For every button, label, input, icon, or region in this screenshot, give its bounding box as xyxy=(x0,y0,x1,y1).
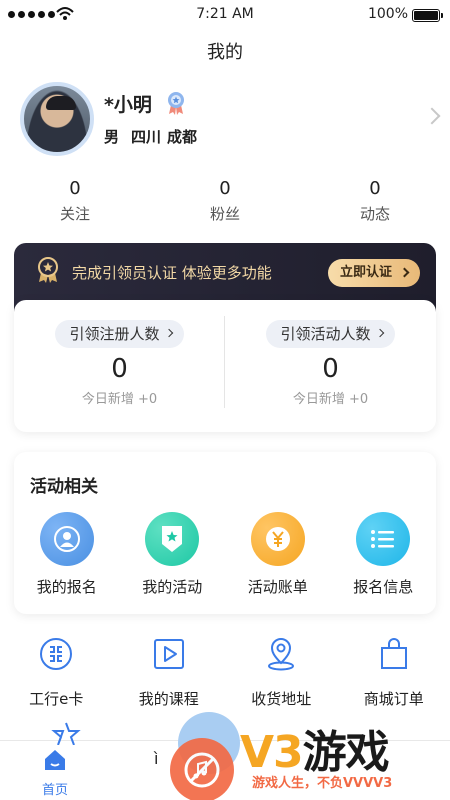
certificate-star-icon xyxy=(38,257,58,283)
invite-registration-today: 今日新增 +0 xyxy=(81,392,158,407)
watermark-game: 游戏 xyxy=(302,727,390,778)
stat-posts[interactable]: 0 动态 xyxy=(300,178,450,224)
section-title: 活动相关 xyxy=(30,477,98,497)
chevron-right-icon xyxy=(164,328,173,338)
invite-registration-button[interactable]: 引领注册人数 xyxy=(55,320,184,348)
tab-partial[interactable]: ì xyxy=(154,749,158,768)
chevron-right-icon xyxy=(399,267,410,278)
invite-activity-count: 0 xyxy=(322,354,339,384)
item-label: 收货地址 xyxy=(251,690,312,708)
invite-registration-count: 0 xyxy=(111,354,128,384)
invite-activity-stat: 引领活动人数 0 今日新增 +0 xyxy=(225,300,436,432)
item-label: 我的活动 xyxy=(142,578,203,596)
mall-orders-item[interactable]: 商城订单 xyxy=(338,636,450,709)
battery-icon xyxy=(412,9,443,22)
medal-badge-icon xyxy=(168,92,184,115)
my-signups-item[interactable]: 我的报名 xyxy=(14,512,120,597)
chevron-right-icon xyxy=(375,328,384,338)
watermark-v3: V3 xyxy=(240,727,304,778)
item-label: 我的课程 xyxy=(138,690,199,708)
list-icon xyxy=(356,512,411,566)
my-courses-item[interactable]: 我的课程 xyxy=(113,636,226,709)
stats-row: 0 关注 0 粉丝 0 动态 xyxy=(0,178,450,224)
stat-label: 粉丝 xyxy=(209,205,240,223)
city: 成都 xyxy=(167,128,198,146)
item-label: 我的报名 xyxy=(36,578,97,596)
battery-percent: 100% xyxy=(367,6,408,22)
item-label: 报名信息 xyxy=(353,578,414,596)
certify-now-button[interactable]: 立即认证 xyxy=(327,259,420,287)
activity-grid: 我的报名 我的活动 活动账单 报名信息 xyxy=(14,512,436,597)
yen-icon xyxy=(250,512,305,566)
item-label: 工行e卡 xyxy=(29,690,84,708)
invite-activity-button[interactable]: 引领活动人数 xyxy=(266,320,395,348)
avatar[interactable] xyxy=(20,82,94,156)
item-label: 商城订单 xyxy=(363,690,424,708)
stat-followers[interactable]: 0 粉丝 xyxy=(150,178,300,224)
watermark-slogan: 游戏人生，不负VVVV3 xyxy=(252,776,393,791)
chevron-right-icon[interactable] xyxy=(423,107,441,125)
medal-icon xyxy=(145,512,200,566)
invite-activity-today: 今日新增 +0 xyxy=(292,392,369,407)
stat-following[interactable]: 0 关注 xyxy=(0,178,150,224)
certify-now-label: 立即认证 xyxy=(339,265,392,280)
tab-home[interactable]: 首页 xyxy=(30,747,80,798)
username: *小明 xyxy=(104,94,152,116)
profile-info: 男 四川 成都 xyxy=(104,126,197,147)
tab-home-label: 首页 xyxy=(41,783,68,798)
user-icon xyxy=(39,512,94,566)
home-icon xyxy=(45,750,65,770)
stat-label: 关注 xyxy=(59,205,90,223)
my-activities-item[interactable]: 我的活动 xyxy=(120,512,226,597)
item-label: 活动账单 xyxy=(247,578,308,596)
invite-registration-stat: 引领注册人数 0 今日新增 +0 xyxy=(14,300,225,432)
profile-header[interactable]: *小明 男 四川 成都 xyxy=(20,82,441,158)
gender: 男 xyxy=(104,128,120,146)
pill-label: 引领活动人数 xyxy=(280,325,371,343)
star-icon xyxy=(51,722,81,745)
page-title: 我的 xyxy=(207,42,243,63)
signup-info-item[interactable]: 报名信息 xyxy=(331,512,437,597)
stat-value: 0 xyxy=(69,178,81,199)
status-bar: 7:21 AM 100% xyxy=(0,0,450,30)
shopping-bag-icon xyxy=(380,638,407,669)
stat-value: 0 xyxy=(369,178,381,199)
province: 四川 xyxy=(131,128,162,146)
invite-stats-card: 引领注册人数 0 今日新增 +0 引领活动人数 0 今日新增 +0 xyxy=(14,300,436,432)
certification-text: 完成引领员认证 体验更多功能 xyxy=(72,264,272,282)
tools-grid: 工行e卡 我的课程 收货地址 商城订单 xyxy=(0,636,450,709)
watermark-logo: V3游戏 xyxy=(240,716,390,780)
stat-value: 0 xyxy=(219,178,231,199)
play-icon xyxy=(153,639,184,669)
shipping-address-item[interactable]: 收货地址 xyxy=(225,636,338,709)
location-icon xyxy=(268,638,295,671)
activity-bills-item[interactable]: 活动账单 xyxy=(225,512,331,597)
activity-section: 活动相关 我的报名 我的活动 活动账单 报名信息 xyxy=(14,452,436,614)
card-icon xyxy=(40,638,73,670)
music-note-icon xyxy=(170,738,234,800)
icbc-ecard-item[interactable]: 工行e卡 xyxy=(0,636,113,709)
stat-label: 动态 xyxy=(359,205,390,223)
pill-label: 引领注册人数 xyxy=(69,325,160,343)
